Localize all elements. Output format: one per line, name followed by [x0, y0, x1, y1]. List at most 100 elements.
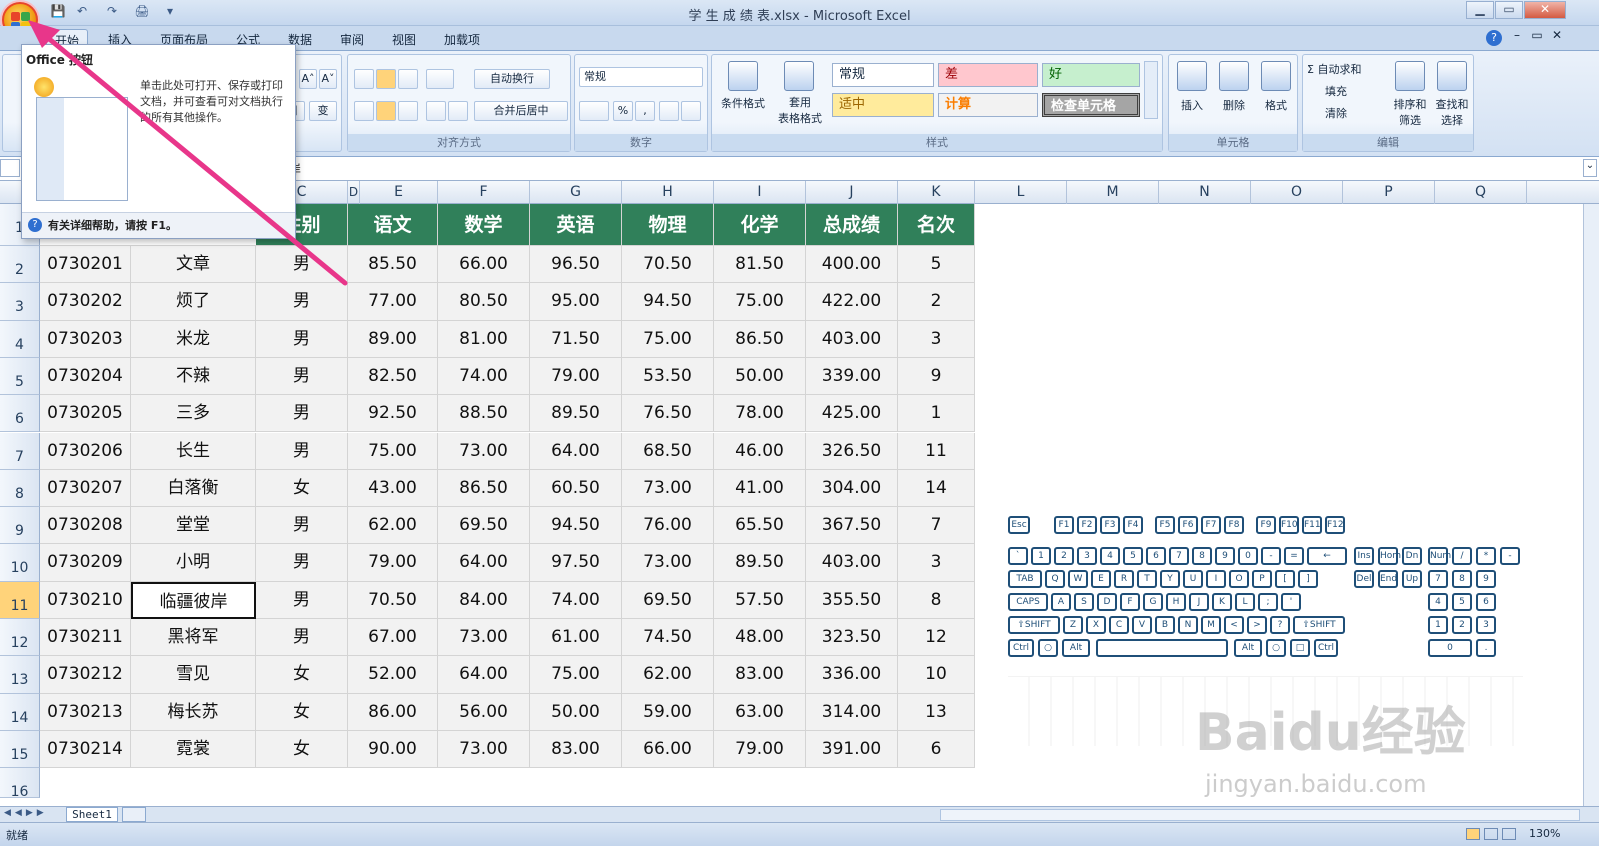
style-good[interactable]: 好 — [1042, 63, 1140, 87]
table-cell[interactable]: 65.50 — [714, 507, 806, 545]
table-cell[interactable]: 女 — [256, 469, 348, 508]
table-cell[interactable]: 0730207 — [40, 469, 131, 508]
table-cell[interactable]: 2 — [898, 283, 975, 321]
number-format-select[interactable]: 常规 — [579, 67, 703, 87]
table-header-cell[interactable]: 名次 — [898, 204, 975, 246]
table-cell[interactable]: 0730209 — [40, 544, 131, 582]
style-neutral[interactable]: 适中 — [832, 93, 934, 117]
table-cell[interactable]: 64.00 — [530, 432, 622, 470]
table-cell[interactable]: 66.00 — [622, 730, 714, 769]
table-cell[interactable]: 男 — [256, 432, 348, 470]
table-cell[interactable]: 7 — [898, 507, 975, 545]
table-cell[interactable]: 14 — [898, 469, 975, 508]
formula-input[interactable]: 岸 — [288, 159, 1558, 178]
col-header[interactable]: L — [975, 181, 1067, 204]
table-cell[interactable]: 70.50 — [622, 246, 714, 284]
col-header[interactable]: G — [530, 181, 622, 204]
table-cell[interactable]: 89.00 — [348, 320, 438, 358]
expand-formula-icon[interactable]: ⌄ — [1583, 159, 1597, 177]
table-cell[interactable]: 69.50 — [622, 581, 714, 619]
row-header[interactable]: 6 — [0, 395, 40, 433]
table-cell[interactable]: 10 — [898, 656, 975, 694]
table-cell[interactable]: 57.50 — [714, 581, 806, 619]
tab-addins[interactable]: 加载项 — [436, 29, 488, 51]
orientation-icon[interactable] — [426, 69, 454, 89]
table-cell[interactable]: 0730212 — [40, 656, 131, 694]
row-header[interactable]: 5 — [0, 357, 40, 396]
table-cell[interactable]: 0730203 — [40, 320, 131, 358]
table-cell[interactable]: 73.00 — [438, 730, 530, 769]
style-normal[interactable]: 常规 — [832, 63, 934, 87]
col-header[interactable]: O — [1251, 181, 1343, 204]
col-header[interactable]: Q — [1435, 181, 1527, 204]
row-header[interactable]: 4 — [0, 320, 40, 358]
wrap-text-button[interactable]: 自动换行 — [474, 69, 550, 89]
fill-button[interactable]: 填充 — [1307, 83, 1367, 99]
table-cell[interactable]: 白落衡 — [131, 469, 256, 508]
table-cell[interactable]: 314.00 — [806, 693, 898, 731]
table-cell[interactable]: 367.50 — [806, 507, 898, 545]
table-cell[interactable]: 67.00 — [348, 619, 438, 657]
table-cell[interactable]: 11 — [898, 432, 975, 470]
find-select-button[interactable]: 查找和 选择 — [1429, 97, 1475, 129]
table-cell[interactable]: 0730211 — [40, 619, 131, 657]
table-cell[interactable]: 80.50 — [438, 283, 530, 321]
table-cell[interactable]: 74.50 — [622, 619, 714, 657]
table-cell[interactable]: 长生 — [131, 432, 256, 470]
table-cell[interactable]: 304.00 — [806, 469, 898, 508]
table-cell[interactable]: 75.00 — [714, 283, 806, 321]
table-cell[interactable]: 90.00 — [348, 730, 438, 769]
page-layout-view-icon[interactable] — [1484, 828, 1498, 840]
style-check-cell[interactable]: 检查单元格 — [1042, 93, 1140, 117]
table-cell[interactable]: 64.00 — [438, 656, 530, 694]
table-cell[interactable]: 66.00 — [438, 246, 530, 284]
table-cell[interactable]: 0730206 — [40, 432, 131, 470]
table-cell[interactable]: 422.00 — [806, 283, 898, 321]
table-cell[interactable]: 96.50 — [530, 246, 622, 284]
increase-decimal-icon[interactable] — [659, 101, 679, 121]
table-cell[interactable]: 78.00 — [714, 395, 806, 433]
table-cell[interactable]: 94.50 — [530, 507, 622, 545]
table-cell[interactable]: 86.50 — [714, 320, 806, 358]
insert-cells-button[interactable]: 插入 — [1171, 97, 1213, 113]
increase-indent-icon[interactable] — [448, 101, 468, 121]
table-cell[interactable]: 9 — [898, 357, 975, 396]
table-cell[interactable]: 男 — [256, 507, 348, 545]
table-cell[interactable]: 堂堂 — [131, 507, 256, 545]
table-cell[interactable]: 雪见 — [131, 656, 256, 694]
delete-cells-button[interactable]: 删除 — [1213, 97, 1255, 113]
row-header[interactable]: 16 — [0, 768, 40, 800]
table-cell[interactable]: 梅长苏 — [131, 693, 256, 731]
table-cell[interactable]: 73.00 — [438, 432, 530, 470]
restore-button[interactable]: ▭ — [1495, 1, 1523, 19]
row-header[interactable]: 14 — [0, 693, 40, 731]
table-cell[interactable]: 68.50 — [622, 432, 714, 470]
percent-button[interactable]: % — [613, 101, 633, 121]
row-header[interactable]: 9 — [0, 507, 40, 545]
col-header[interactable]: P — [1343, 181, 1435, 204]
autosum-button[interactable]: Σ 自动求和 — [1307, 61, 1387, 77]
styles-scroll-button[interactable] — [1144, 61, 1158, 119]
table-cell[interactable]: 43.00 — [348, 469, 438, 508]
normal-view-icon[interactable] — [1466, 828, 1480, 840]
row-header[interactable]: 11 — [0, 581, 40, 619]
table-cell[interactable]: 黑将军 — [131, 619, 256, 657]
align-right-icon[interactable] — [398, 101, 418, 121]
col-header[interactable]: J — [806, 181, 898, 204]
table-cell[interactable]: 94.50 — [622, 283, 714, 321]
table-cell[interactable]: 59.00 — [622, 693, 714, 731]
table-cell[interactable]: 83.00 — [714, 656, 806, 694]
table-cell[interactable]: 米龙 — [131, 320, 256, 358]
table-cell[interactable]: 74.00 — [530, 581, 622, 619]
table-cell[interactable]: 84.00 — [438, 581, 530, 619]
decrease-indent-icon[interactable] — [426, 101, 446, 121]
table-cell[interactable]: 82.50 — [348, 357, 438, 396]
table-cell[interactable]: 336.00 — [806, 656, 898, 694]
selected-cell[interactable]: 临疆彼岸 — [131, 581, 256, 619]
table-cell[interactable]: 小明 — [131, 544, 256, 582]
table-cell[interactable]: 86.00 — [348, 693, 438, 731]
table-cell[interactable]: 425.00 — [806, 395, 898, 433]
table-cell[interactable]: 女 — [256, 656, 348, 694]
format-cells-button[interactable]: 格式 — [1255, 97, 1297, 113]
table-cell[interactable]: 50.00 — [714, 357, 806, 396]
